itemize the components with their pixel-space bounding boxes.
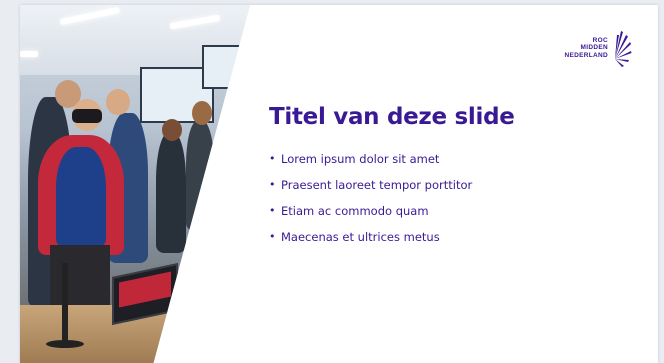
- person-head: [162, 119, 182, 141]
- person: [186, 121, 214, 231]
- roc-logo: ROC MIDDEN NEDERLAND: [564, 29, 632, 67]
- bullet-item: Maecenas et ultrices metus: [269, 224, 472, 250]
- person-head: [192, 101, 212, 125]
- classroom-vr-photo: [20, 5, 250, 363]
- person: [156, 133, 186, 253]
- sensor-stand: [62, 263, 68, 343]
- bullet-list: Lorem ipsum dolor sit amet Praesent laor…: [269, 146, 472, 250]
- slide-title: Titel van deze slide: [269, 104, 515, 130]
- slide: ROC MIDDEN NEDERLAND Titel van deze slid…: [20, 5, 658, 363]
- logo-text: ROC MIDDEN NEDERLAND: [564, 36, 608, 59]
- bullet-item: Etiam ac commodo quam: [269, 198, 472, 224]
- wall-screen: [202, 45, 242, 89]
- ceiling-light: [20, 51, 38, 57]
- fan-leaf-icon: [615, 31, 632, 67]
- student-vest: [56, 147, 106, 247]
- bullet-item: Lorem ipsum dolor sit amet: [269, 146, 472, 172]
- vr-headset: [72, 109, 102, 123]
- person-head: [106, 89, 130, 115]
- bullet-item: Praesent laoreet tempor porttitor: [269, 172, 472, 198]
- laptop: [112, 262, 178, 326]
- sensor-stand-base: [46, 340, 84, 348]
